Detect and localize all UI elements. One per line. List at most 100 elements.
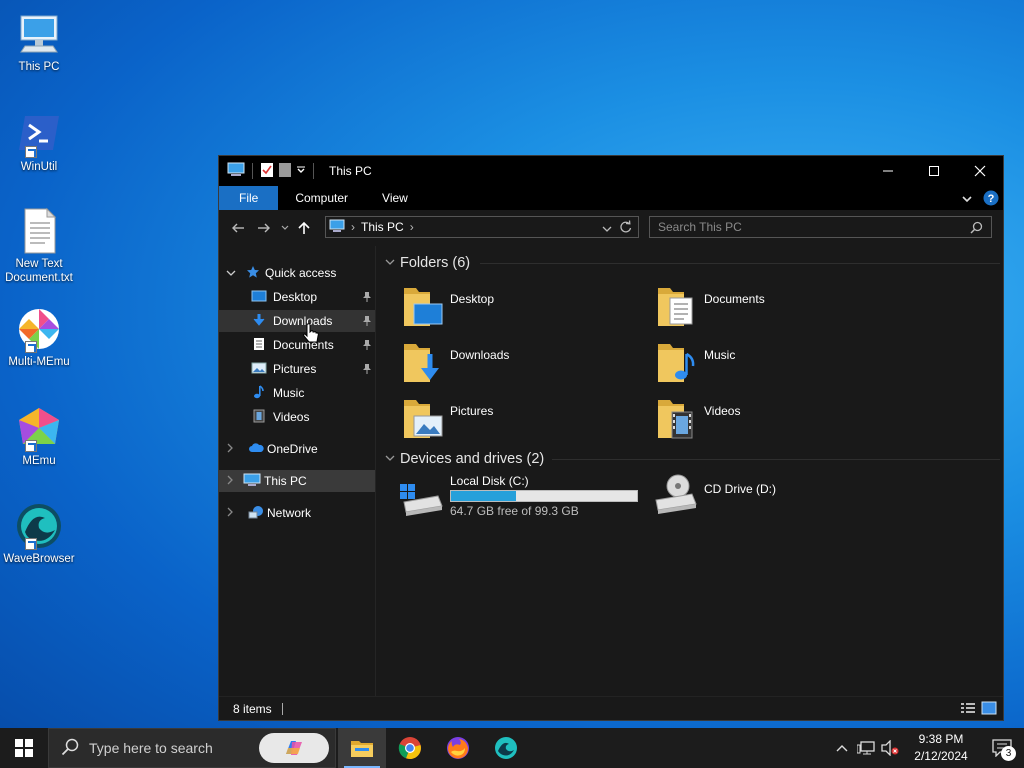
folder-name: Desktop [450, 292, 495, 306]
collapsed-chevron-icon[interactable] [226, 474, 238, 488]
collapsed-chevron-icon[interactable] [226, 506, 238, 520]
drive-cd-d[interactable]: CD Drive (D:) [652, 474, 902, 526]
group-title: Folders (6) [400, 255, 471, 271]
sidebar-item-pictures[interactable]: Pictures [219, 358, 376, 380]
desktop-folder-icon [404, 284, 444, 331]
film-icon [253, 409, 265, 426]
pin-icon[interactable] [362, 339, 372, 354]
expanded-chevron-icon[interactable] [384, 451, 396, 467]
tab-view[interactable]: View [365, 186, 425, 210]
volume-muted-icon[interactable] [878, 740, 902, 756]
network-globe-icon [248, 505, 264, 522]
memu-icon [15, 404, 63, 452]
maximize-button[interactable] [911, 156, 957, 186]
sidebar-item-downloads[interactable]: Downloads [219, 310, 376, 332]
windows-logo-icon [15, 739, 33, 757]
properties-icon[interactable] [260, 162, 274, 181]
content-pane: Folders (6) Desktop Documents Downloads … [376, 246, 1003, 696]
drive-local-disk-c[interactable]: Local Disk (C:) 64.7 GB free of 99.3 GB [398, 474, 648, 526]
sidebar-item-label: Pictures [273, 362, 317, 376]
desktop-icon-label: WinUtil [20, 161, 58, 173]
sidebar-item-music[interactable]: Music [219, 382, 376, 404]
search-box[interactable]: Search This PC [649, 216, 992, 238]
search-icon[interactable] [970, 221, 983, 237]
details-view-icon[interactable] [961, 702, 975, 718]
taskbar-search-input[interactable]: Type here to search [89, 740, 213, 756]
drive-name: Local Disk (C:) [450, 474, 529, 488]
network-status-icon[interactable] [854, 740, 878, 756]
drive-name: CD Drive (D:) [704, 482, 776, 496]
pin-icon[interactable] [362, 363, 372, 378]
recent-locations-button[interactable] [277, 210, 293, 246]
devices-group-header[interactable]: Devices and drives (2) [384, 448, 1000, 470]
sidebar-item-documents[interactable]: Documents [219, 334, 376, 356]
taskbar-chrome[interactable] [386, 728, 434, 768]
new-folder-icon[interactable] [278, 162, 292, 181]
sidebar-item-label: Videos [273, 410, 310, 424]
folder-documents[interactable]: Documents [658, 284, 908, 336]
expand-ribbon-chevron-icon[interactable] [961, 193, 973, 207]
search-input[interactable]: Search This PC [658, 220, 742, 234]
close-button[interactable] [957, 156, 1003, 186]
folder-pictures[interactable]: Pictures [404, 396, 654, 448]
text-file-icon [15, 207, 63, 255]
large-icons-view-icon[interactable] [981, 701, 997, 718]
sidebar-item-desktop[interactable]: Desktop [219, 286, 376, 308]
up-button[interactable] [293, 210, 315, 246]
desktop-icon-label: This PC [18, 61, 60, 73]
taskbar-search-box[interactable]: Type here to search [48, 728, 336, 768]
taskbar-wavebrowser[interactable] [482, 728, 530, 768]
tab-computer[interactable]: Computer [278, 186, 365, 210]
folder-name: Downloads [450, 348, 510, 362]
desktop-icon-memu[interactable]: MEmu [2, 404, 76, 468]
folders-group-header[interactable]: Folders (6) [384, 252, 1000, 274]
folder-videos[interactable]: Videos [658, 396, 908, 448]
folder-downloads[interactable]: Downloads [404, 340, 654, 392]
firefox-icon [447, 737, 469, 759]
folder-desktop[interactable]: Desktop [404, 284, 654, 336]
clock[interactable]: 9:38 PM 2/12/2024 [902, 731, 980, 765]
help-icon[interactable]: ? [983, 190, 999, 209]
address-history-chevron-icon[interactable] [602, 222, 612, 236]
customize-toolbar-chevron-icon[interactable] [296, 164, 306, 178]
desktop-icon-multi-memu[interactable]: Multi-MEmu [2, 305, 76, 369]
clock-time: 9:38 PM [918, 732, 964, 746]
desktop-icon-wavebrowser[interactable]: WaveBrowser [2, 502, 76, 566]
desktop-icon-winutil[interactable]: WinUtil [2, 110, 76, 174]
taskbar-firefox[interactable] [434, 728, 482, 768]
drive-usage-bar [450, 490, 638, 502]
sidebar-item-this-pc[interactable]: This PC [219, 470, 376, 492]
downloads-folder-icon [404, 340, 444, 387]
pin-icon[interactable] [362, 291, 372, 306]
forward-button[interactable] [251, 210, 277, 246]
tab-file[interactable]: File [219, 186, 279, 210]
pictures-folder-icon [404, 396, 444, 443]
sidebar-item-label: OneDrive [267, 442, 318, 456]
show-hidden-icons-chevron-icon[interactable] [830, 744, 854, 752]
address-bar[interactable]: › This PC › [325, 216, 639, 238]
breadcrumb-chevron-icon[interactable]: › [410, 220, 414, 234]
folder-music[interactable]: Music [658, 340, 908, 392]
desktop-icon-label: MEmu [22, 455, 56, 467]
sidebar-item-network[interactable]: Network [219, 502, 376, 524]
minimize-button[interactable] [865, 156, 911, 186]
notification-center-button[interactable]: 3 [980, 728, 1024, 768]
expanded-chevron-icon[interactable] [384, 255, 396, 271]
collapsed-chevron-icon[interactable] [226, 442, 238, 456]
copilot-icon [286, 741, 302, 755]
desktop-icon-new-text-document[interactable]: New Text Document.txt [2, 207, 76, 285]
refresh-icon[interactable] [619, 220, 632, 237]
expanded-chevron-icon[interactable] [226, 266, 238, 280]
taskbar-file-explorer[interactable] [338, 728, 386, 768]
breadcrumb-this-pc[interactable]: This PC [361, 220, 404, 234]
back-button[interactable] [225, 210, 251, 246]
sidebar-item-onedrive[interactable]: OneDrive [219, 438, 376, 460]
sidebar-item-videos[interactable]: Videos [219, 406, 376, 428]
start-button[interactable] [0, 728, 48, 768]
minimize-icon [883, 170, 893, 172]
sidebar-item-quick-access[interactable]: Quick access [219, 262, 376, 284]
pin-icon[interactable] [362, 315, 372, 330]
notification-count-badge: 3 [1001, 746, 1016, 761]
desktop-icon-this-pc[interactable]: This PC [2, 10, 76, 74]
copilot-button[interactable] [259, 733, 329, 763]
